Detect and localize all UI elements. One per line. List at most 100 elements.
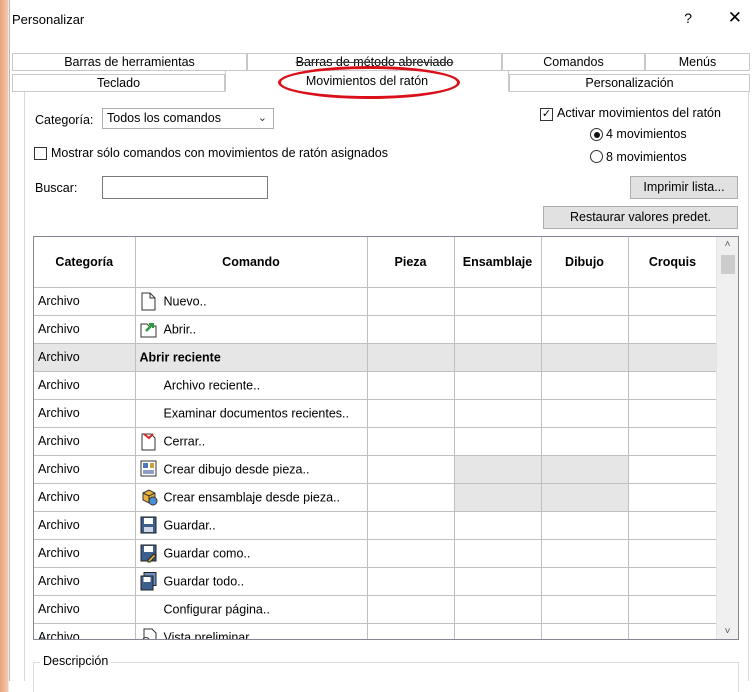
cell-part[interactable]: [366, 510, 455, 540]
cell-part[interactable]: [366, 482, 455, 512]
cell-part[interactable]: [366, 286, 455, 316]
cell-assembly[interactable]: [453, 370, 542, 400]
cell-category[interactable]: Archivo: [34, 286, 136, 316]
cell-category[interactable]: Archivo: [34, 594, 136, 624]
cell-drawing[interactable]: [540, 566, 629, 596]
cell-command[interactable]: Guardar como..: [134, 538, 368, 568]
cell-assembly[interactable]: [453, 342, 542, 372]
tab-keyboard[interactable]: Teclado: [12, 74, 225, 92]
cell-assembly[interactable]: [453, 510, 542, 540]
cell-category[interactable]: Archivo: [34, 482, 136, 512]
cell-assembly[interactable]: [453, 454, 542, 484]
cell-part[interactable]: [366, 538, 455, 568]
tab-toolbars[interactable]: Barras de herramientas: [12, 53, 247, 71]
table-row[interactable]: Archivo Vista preliminar..: [34, 622, 718, 639]
cell-command[interactable]: Crear ensamblaje desde pieza..: [134, 482, 368, 512]
cell-category[interactable]: Archivo: [34, 314, 136, 344]
scroll-thumb[interactable]: [721, 255, 735, 274]
cell-assembly[interactable]: [453, 538, 542, 568]
cell-command[interactable]: Configurar página..: [134, 594, 368, 624]
cell-sketch[interactable]: [627, 370, 718, 400]
cell-assembly[interactable]: [453, 482, 542, 512]
tab-customization[interactable]: Personalización: [509, 74, 750, 92]
column-header-drawing[interactable]: Dibujo: [540, 237, 629, 288]
table-row[interactable]: Archivo Nuevo..: [34, 286, 718, 316]
table-row[interactable]: Archivo Configurar página..: [34, 594, 718, 624]
scroll-down-arrow-icon[interactable]: ˅: [717, 626, 738, 637]
cell-command[interactable]: Examinar documentos recientes..: [134, 398, 368, 428]
cell-drawing[interactable]: [540, 594, 629, 624]
cell-command[interactable]: Guardar todo..: [134, 566, 368, 596]
cell-command[interactable]: Archivo reciente..: [134, 370, 368, 400]
cell-part[interactable]: [366, 370, 455, 400]
cell-category[interactable]: Archivo: [34, 454, 136, 484]
column-header-category[interactable]: Categoría: [34, 237, 136, 288]
cell-drawing[interactable]: [540, 286, 629, 316]
cell-drawing[interactable]: [540, 482, 629, 512]
tab-commands[interactable]: Comandos: [502, 53, 645, 71]
cell-sketch[interactable]: [627, 454, 718, 484]
column-header-part[interactable]: Pieza: [366, 237, 455, 288]
cell-part[interactable]: [366, 454, 455, 484]
table-row[interactable]: Archivo Cerrar..: [34, 426, 718, 456]
cell-part[interactable]: [366, 314, 455, 344]
table-row[interactable]: Archivo Abrir reciente: [34, 342, 718, 372]
cell-assembly[interactable]: [453, 566, 542, 596]
cell-command[interactable]: Cerrar..: [134, 426, 368, 456]
table-row[interactable]: Archivo Crear dibujo desde pieza..: [34, 454, 718, 484]
cell-drawing[interactable]: [540, 370, 629, 400]
table-row[interactable]: Archivo Archivo reciente..: [34, 370, 718, 400]
table-row[interactable]: Archivo Guardar todo..: [34, 566, 718, 596]
column-header-sketch[interactable]: Croquis: [627, 237, 718, 288]
cell-drawing[interactable]: [540, 426, 629, 456]
tab-mouse-gestures[interactable]: Movimientos del ratón: [225, 70, 509, 92]
cell-sketch[interactable]: [627, 510, 718, 540]
table-row[interactable]: Archivo Abrir..: [34, 314, 718, 344]
cell-sketch[interactable]: [627, 314, 718, 344]
help-button[interactable]: ?: [684, 10, 692, 26]
cell-category[interactable]: Archivo: [34, 398, 136, 428]
cell-command[interactable]: Abrir reciente: [134, 342, 368, 372]
cell-sketch[interactable]: [627, 622, 718, 639]
cell-part[interactable]: [366, 622, 455, 639]
cell-drawing[interactable]: [540, 538, 629, 568]
cell-part[interactable]: [366, 566, 455, 596]
cell-sketch[interactable]: [627, 482, 718, 512]
cell-category[interactable]: Archivo: [34, 622, 136, 639]
cell-sketch[interactable]: [627, 538, 718, 568]
cell-part[interactable]: [366, 426, 455, 456]
cell-drawing[interactable]: [540, 342, 629, 372]
cell-command[interactable]: Guardar..: [134, 510, 368, 540]
tab-shortcut-bars[interactable]: Barras de método abreviado: [247, 53, 502, 71]
cell-sketch[interactable]: [627, 594, 718, 624]
table-row[interactable]: Archivo Guardar..: [34, 510, 718, 540]
cell-assembly[interactable]: [453, 314, 542, 344]
cell-category[interactable]: Archivo: [34, 538, 136, 568]
cell-part[interactable]: [366, 342, 455, 372]
scroll-up-arrow-icon[interactable]: ˄: [717, 239, 738, 250]
cell-assembly[interactable]: [453, 398, 542, 428]
table-row[interactable]: Archivo Examinar documentos recientes..: [34, 398, 718, 428]
cell-drawing[interactable]: [540, 398, 629, 428]
cell-part[interactable]: [366, 594, 455, 624]
column-header-assembly[interactable]: Ensamblaje: [453, 237, 542, 288]
print-list-button[interactable]: Imprimir lista...: [630, 176, 738, 199]
cell-category[interactable]: Archivo: [34, 510, 136, 540]
cell-category[interactable]: Archivo: [34, 370, 136, 400]
table-row[interactable]: Archivo Crear ensamblaje desde pieza..: [34, 482, 718, 512]
column-header-command[interactable]: Comando: [134, 237, 368, 288]
cell-sketch[interactable]: [627, 398, 718, 428]
cell-drawing[interactable]: [540, 622, 629, 639]
cell-sketch[interactable]: [627, 342, 718, 372]
show-only-assigned-checkbox[interactable]: [34, 147, 47, 160]
cell-drawing[interactable]: [540, 314, 629, 344]
restore-defaults-button[interactable]: Restaurar valores predet.: [543, 206, 738, 229]
radio-8-gestures[interactable]: [590, 150, 603, 163]
cell-assembly[interactable]: [453, 622, 542, 639]
cell-part[interactable]: [366, 398, 455, 428]
search-input[interactable]: [102, 176, 268, 199]
table-row[interactable]: Archivo Guardar como..: [34, 538, 718, 568]
cell-category[interactable]: Archivo: [34, 342, 136, 372]
cell-command[interactable]: Crear dibujo desde pieza..: [134, 454, 368, 484]
tab-menus[interactable]: Menús: [645, 53, 750, 71]
